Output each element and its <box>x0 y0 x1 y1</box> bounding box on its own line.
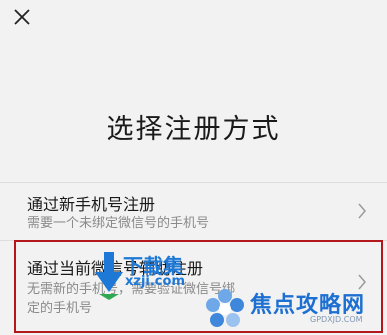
option-description: 无需新的手机号，需要验证微信号绑定的手机号 <box>27 282 236 316</box>
register-via-current-wechat-option[interactable]: 通过当前微信号辅助注册 无需新的手机号，需要验证微信号绑定的手机号 <box>0 240 387 326</box>
register-with-new-phone-option[interactable]: 通过新手机号注册 需要一个未绑定微信号的手机号 <box>0 182 387 241</box>
close-icon <box>14 9 30 25</box>
option-title: 通过当前微信号辅助注册 <box>27 259 204 278</box>
close-button[interactable] <box>10 5 34 29</box>
option-title: 通过新手机号注册 <box>27 195 156 214</box>
option-description: 需要一个未绑定微信号的手机号 <box>27 216 210 231</box>
chevron-right-icon <box>358 274 366 290</box>
page-title: 选择注册方式 <box>106 114 281 145</box>
chevron-right-icon <box>358 203 366 219</box>
